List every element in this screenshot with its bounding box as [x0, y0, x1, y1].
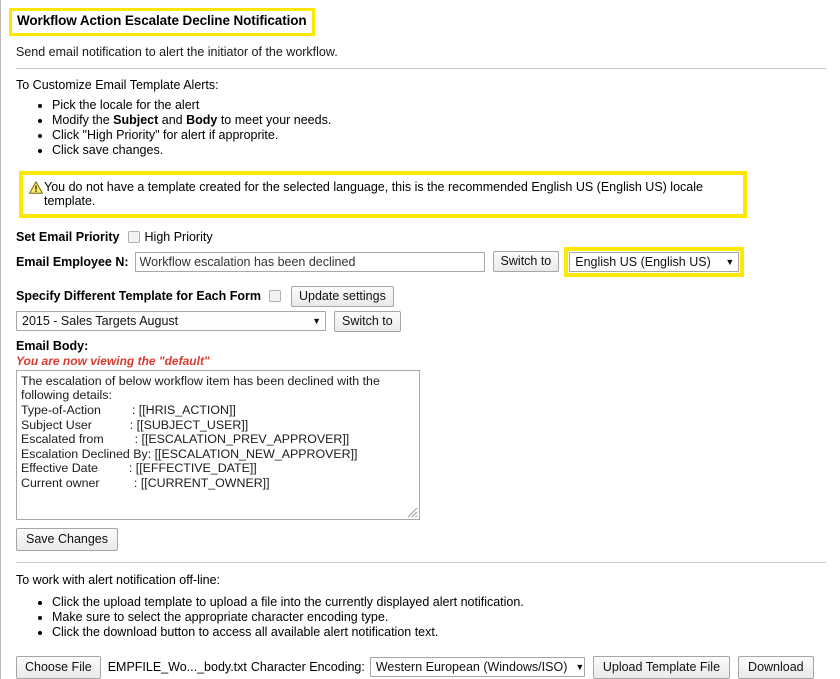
- list-item: Pick the locale for the alert: [52, 98, 832, 113]
- chevron-down-icon: ▼: [312, 316, 321, 327]
- file-upload-bar: Choose File EMPFILE_Wo..._body.txt Chara…: [16, 655, 832, 679]
- bullet-text-post: to meet your needs.: [217, 112, 332, 127]
- bullet-text: Modify the: [52, 112, 114, 127]
- email-subject-input[interactable]: [134, 251, 485, 272]
- email-subject-label: Email Employee N:: [16, 254, 129, 269]
- divider-bottom: [16, 561, 826, 563]
- priority-label: Set Email Priority: [16, 229, 120, 244]
- upload-template-file-button[interactable]: Upload Template File: [592, 655, 731, 679]
- warning-triangle-icon: [29, 181, 43, 194]
- email-body-label: Email Body:: [16, 338, 89, 353]
- locale-select-value: English US (English US): [575, 254, 711, 269]
- character-encoding-select[interactable]: Western European (Windows/ISO) ▼: [369, 657, 585, 678]
- form-select-row: 2015 - Sales Targets August ▼ Switch to: [16, 310, 832, 332]
- email-settings-form: Set Email Priority High Priority Email E…: [16, 230, 832, 551]
- character-encoding-label: Character Encoding:: [250, 660, 365, 675]
- download-button[interactable]: Download: [738, 655, 814, 679]
- character-encoding-value: Western European (Windows/ISO): [375, 660, 568, 675]
- warning-banner: You do not have a template created for t…: [19, 170, 747, 218]
- list-item: Click "High Priority" for alert if appro…: [52, 128, 832, 143]
- instructions-list: Pick the locale for the alert Modify the…: [16, 98, 832, 158]
- bullet-bold-body: Body: [186, 112, 218, 127]
- offline-bullet-text: Make sure to select the appropriate char…: [52, 609, 389, 624]
- page-title-highlight: Workflow Action Escalate Decline Notific…: [9, 8, 315, 36]
- page-title: Workflow Action Escalate Decline Notific…: [12, 11, 312, 33]
- high-priority-checkbox[interactable]: [127, 230, 140, 243]
- bullet-text: Pick the locale for the alert: [52, 97, 200, 112]
- warning-text: You do not have a template created for t…: [44, 179, 703, 208]
- high-priority-label: High Priority: [144, 229, 213, 244]
- list-item: Click the upload template to upload a fi…: [52, 595, 832, 610]
- email-body-textarea[interactable]: The escalation of below workflow item ha…: [16, 369, 420, 520]
- form-template-select[interactable]: 2015 - Sales Targets August ▼: [16, 311, 326, 332]
- locale-select[interactable]: English US (English US) ▼: [569, 251, 740, 272]
- bullet-text: Click "High Priority" for alert if appro…: [52, 127, 279, 142]
- bullet-text-mid: and: [158, 112, 187, 127]
- locale-select-highlight: English US (English US) ▼: [564, 246, 745, 277]
- switch-to-form-button[interactable]: Switch to: [334, 310, 401, 332]
- offline-bullet-text: Click the upload template to upload a fi…: [52, 594, 524, 609]
- email-body-wrapper: The escalation of below workflow item ha…: [16, 369, 420, 520]
- form-template-select-value: 2015 - Sales Targets August: [22, 314, 179, 329]
- save-bar: Save Changes: [16, 527, 832, 551]
- priority-row: Set Email Priority High Priority: [16, 230, 832, 244]
- specify-template-label: Specify Different Template for Each Form: [16, 289, 261, 304]
- page-root: Workflow Action Escalate Decline Notific…: [0, 0, 840, 679]
- list-item: Modify the Subject and Body to meet your…: [52, 113, 832, 128]
- save-changes-button[interactable]: Save Changes: [16, 527, 119, 551]
- specify-template-checkbox[interactable]: [268, 290, 281, 303]
- list-item: Make sure to select the appropriate char…: [52, 610, 832, 625]
- page-subtitle: Send email notification to alert the ini…: [16, 44, 338, 59]
- template-toggle-row: Specify Different Template for Each Form…: [16, 285, 832, 307]
- bullet-bold-subject: Subject: [113, 112, 159, 127]
- choose-file-button[interactable]: Choose File: [16, 655, 101, 679]
- bullet-text: Click save changes.: [52, 142, 164, 157]
- divider-top: [16, 67, 826, 69]
- offline-bullet-text: Click the download button to access all …: [52, 624, 439, 639]
- offline-lead: To work with alert notification off-line…: [16, 572, 221, 587]
- offline-list: Click the upload template to upload a fi…: [16, 595, 832, 640]
- chevron-down-icon: ▼: [575, 662, 585, 673]
- list-item: Click the download button to access all …: [52, 625, 832, 640]
- instructions-lead: To Customize Email Template Alerts:: [16, 77, 219, 92]
- switch-to-locale-button[interactable]: Switch to: [492, 251, 560, 273]
- list-item: Click save changes.: [52, 143, 832, 158]
- subject-row: Email Employee N: Switch to English US (…: [16, 246, 832, 277]
- viewing-default-note: You are now viewing the "default": [16, 353, 210, 368]
- chevron-down-icon: ▼: [725, 256, 735, 267]
- update-settings-button[interactable]: Update settings: [290, 285, 394, 307]
- selected-file-name: EMPFILE_Wo..._body.txt: [107, 660, 247, 675]
